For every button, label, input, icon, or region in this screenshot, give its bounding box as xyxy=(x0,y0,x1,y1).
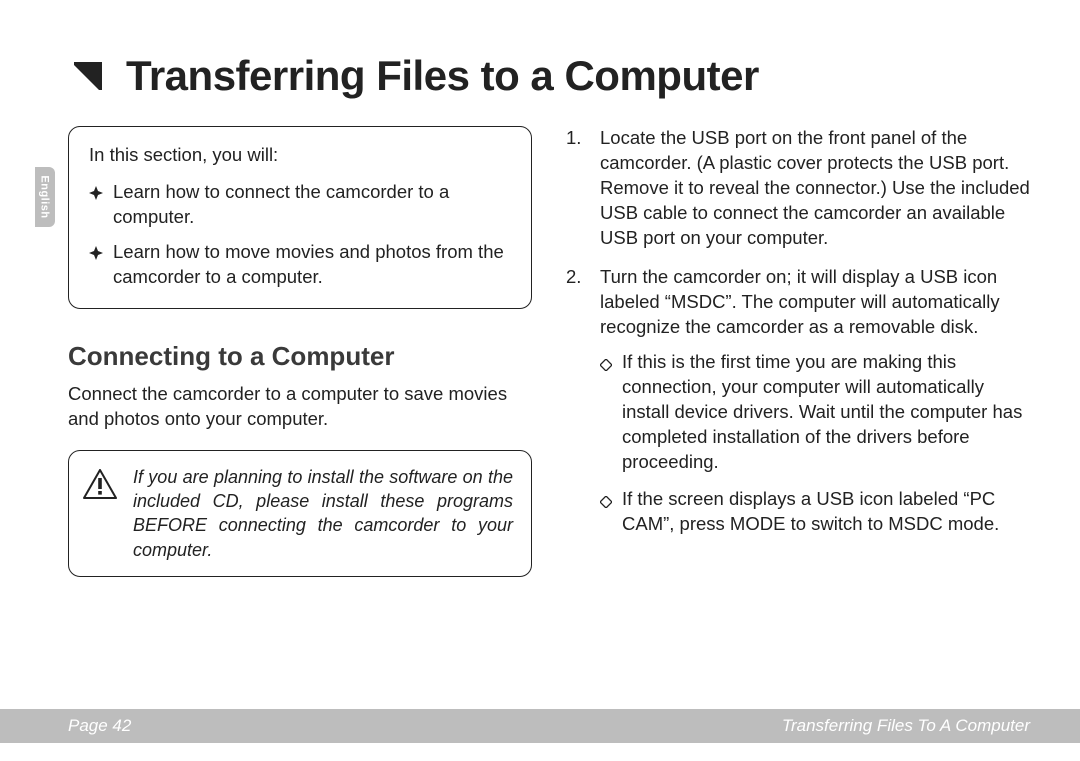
section-paragraph: Connect the camcorder to a computer to s… xyxy=(68,382,532,432)
manual-page: English Transferring Files to a Computer… xyxy=(0,0,1080,761)
star-icon xyxy=(89,240,103,290)
diamond-icon xyxy=(600,350,612,475)
right-column: Locate the USB port on the front panel o… xyxy=(566,126,1030,577)
language-tab-label: English xyxy=(39,175,51,218)
footer-page-number: Page 42 xyxy=(68,716,131,736)
sub-item-text: If the screen displays a USB icon labele… xyxy=(622,487,1030,537)
page-title: Transferring Files to a Computer xyxy=(126,52,759,100)
ordered-steps: Locate the USB port on the front panel o… xyxy=(566,126,1030,537)
warning-box: If you are planning to install the softw… xyxy=(68,450,532,577)
sub-item-text: If this is the first time you are making… xyxy=(622,350,1030,475)
section-heading: Connecting to a Computer xyxy=(68,339,532,374)
section-list: Learn how to connect the camcorder to a … xyxy=(89,180,511,290)
language-tab: English xyxy=(35,167,55,227)
title-row: Transferring Files to a Computer xyxy=(68,52,1030,100)
step-text: Turn the camcorder on; it will display a… xyxy=(600,266,1000,337)
left-column: In this section, you will: Learn how to … xyxy=(68,126,532,577)
step-item: Turn the camcorder on; it will display a… xyxy=(566,265,1030,537)
sub-item: If the screen displays a USB icon labele… xyxy=(600,487,1030,537)
page-content: Transferring Files to a Computer In this… xyxy=(68,52,1030,681)
step-text: Locate the USB port on the front panel o… xyxy=(600,127,1030,248)
diamond-icon xyxy=(600,487,612,537)
section-intro: In this section, you will: xyxy=(89,143,511,168)
sub-list: If this is the first time you are making… xyxy=(600,350,1030,537)
warning-text: If you are planning to install the softw… xyxy=(133,465,513,562)
list-item-text: Learn how to connect the camcorder to a … xyxy=(113,180,511,230)
list-item: Learn how to move movies and photos from… xyxy=(89,240,511,290)
arrow-down-right-icon xyxy=(68,56,108,96)
list-item: Learn how to connect the camcorder to a … xyxy=(89,180,511,230)
footer-chapter: Transferring Files To A Computer xyxy=(782,716,1030,736)
warning-icon xyxy=(83,465,117,506)
sub-item: If this is the first time you are making… xyxy=(600,350,1030,475)
list-item-text: Learn how to move movies and photos from… xyxy=(113,240,511,290)
step-item: Locate the USB port on the front panel o… xyxy=(566,126,1030,251)
page-footer: Page 42 Transferring Files To A Computer xyxy=(0,709,1080,743)
columns: In this section, you will: Learn how to … xyxy=(68,126,1030,577)
star-icon xyxy=(89,180,103,230)
section-overview-box: In this section, you will: Learn how to … xyxy=(68,126,532,309)
